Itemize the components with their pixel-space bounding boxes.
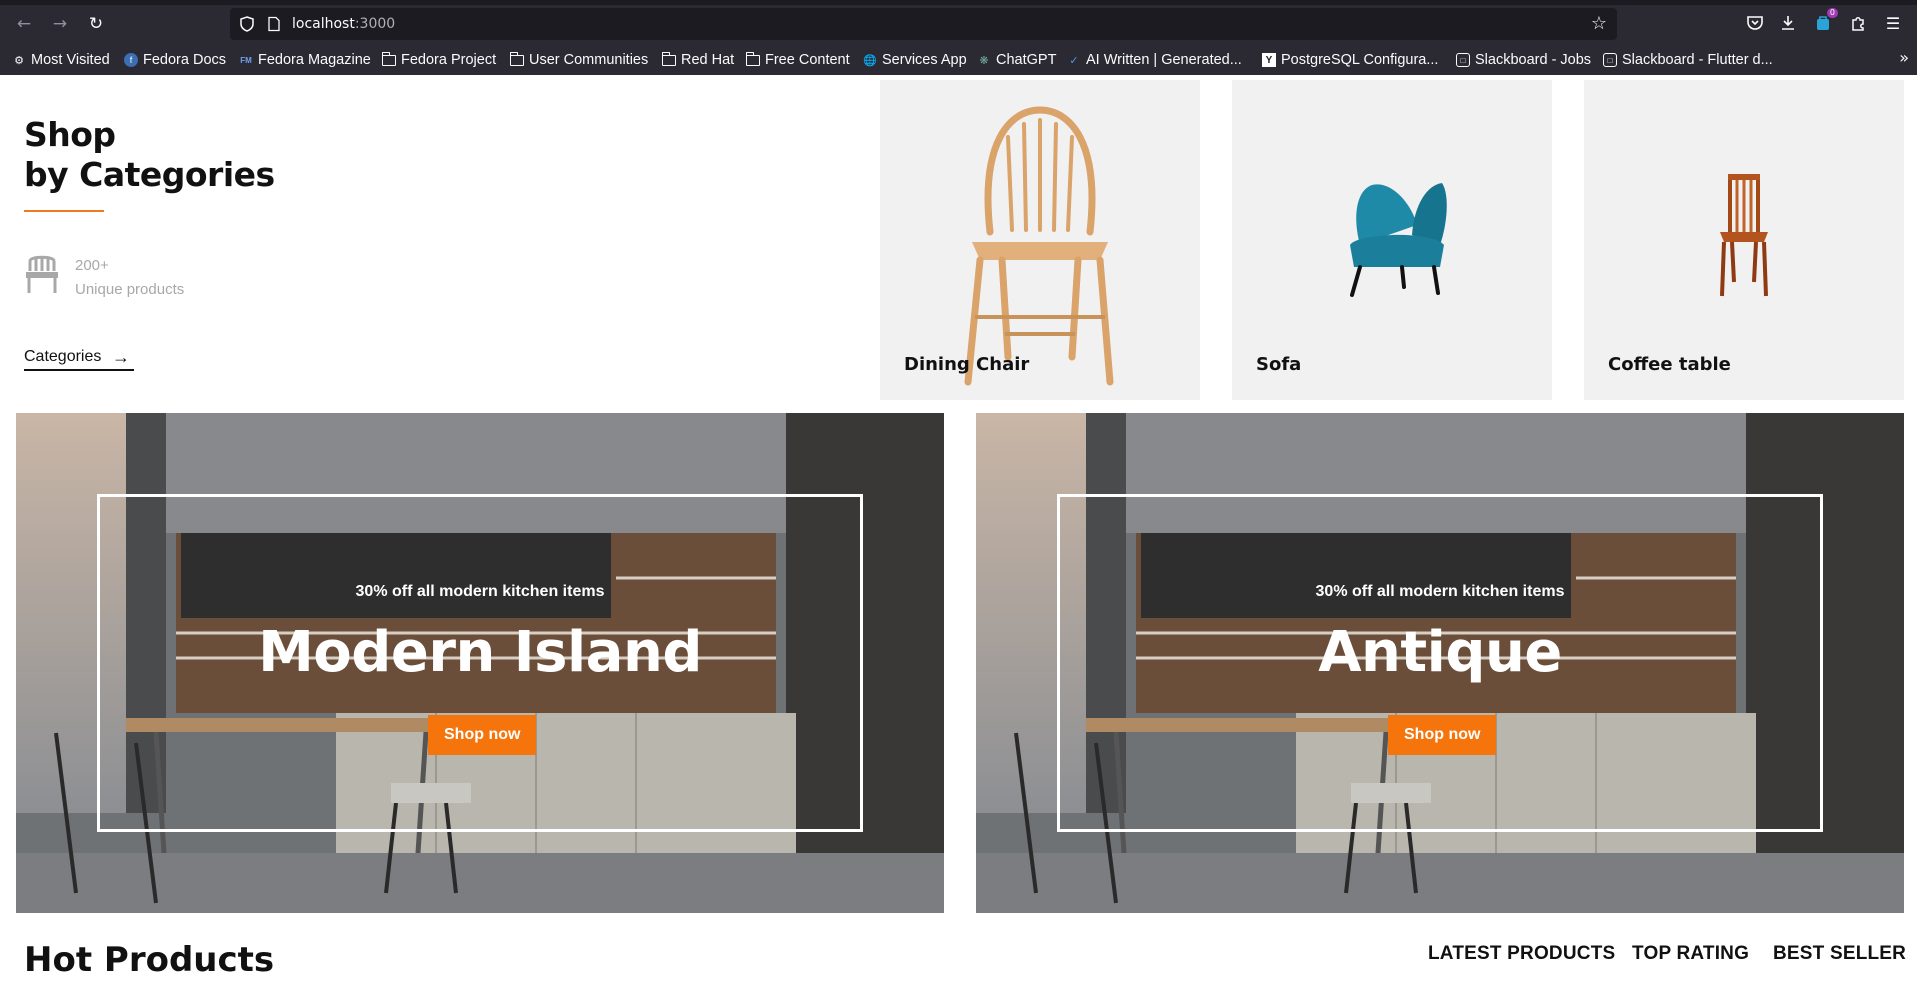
pocket-icon[interactable] bbox=[1742, 10, 1768, 36]
bookmark-postgresql[interactable]: Y PostgreSQL Configura... bbox=[1262, 50, 1438, 70]
banner-subtitle: 30% off all modern kitchen items bbox=[1315, 583, 1565, 600]
bookmark-fedora-project[interactable]: Fedora Project bbox=[381, 50, 496, 70]
hot-products-title: Hot Products bbox=[24, 940, 275, 980]
extension-counter-icon[interactable]: 0 bbox=[1810, 8, 1838, 36]
check-icon: ✓ bbox=[1069, 54, 1079, 67]
shop-now-button[interactable]: Shop now bbox=[428, 715, 537, 755]
hamburger-menu-icon[interactable]: ☰ bbox=[1880, 10, 1906, 36]
banner-subtitle: 30% off all modern kitchen items bbox=[355, 583, 605, 600]
slackboard-icon: □ bbox=[1456, 53, 1470, 67]
sofa-image bbox=[1350, 183, 1447, 297]
category-card-coffee-table[interactable]: Coffee table bbox=[1584, 80, 1904, 400]
tab-strip-edge bbox=[0, 0, 1917, 5]
back-button[interactable]: ← bbox=[12, 12, 36, 36]
y-icon: Y bbox=[1262, 53, 1276, 67]
bookmark-most-visited[interactable]: ⚙ Most Visited bbox=[12, 50, 110, 70]
category-card-dining-chair[interactable]: Dining Chair bbox=[880, 80, 1200, 400]
browser-toolbar: ← → ↻ localhost:3000 ☆ 0 ☰ ⚙ Most Visited… bbox=[0, 0, 1917, 75]
bookmark-fedora-docs[interactable]: f Fedora Docs bbox=[124, 50, 226, 70]
address-bar[interactable]: localhost:3000 ☆ bbox=[230, 8, 1617, 40]
dining-chair-image bbox=[964, 106, 1114, 386]
extensions-puzzle-icon[interactable] bbox=[1845, 10, 1871, 36]
stat-number: 200+ bbox=[75, 257, 109, 274]
page-icon bbox=[268, 16, 280, 32]
title-underline bbox=[24, 210, 104, 212]
tab-latest-products[interactable]: LATEST PRODUCTS bbox=[1428, 943, 1615, 965]
promo-banner-modern-island: 30% off all modern kitchen items Modern … bbox=[16, 413, 944, 913]
shop-now-button[interactable]: Shop now bbox=[1388, 715, 1497, 755]
banner-headline: Antique bbox=[1318, 620, 1562, 685]
promo-banner-antique: 30% off all modern kitchen items Antique… bbox=[976, 413, 1904, 913]
folder-icon bbox=[381, 51, 396, 66]
section-title: Shop by Categories bbox=[24, 115, 275, 194]
category-card-name: Dining Chair bbox=[904, 354, 1030, 375]
category-card-name: Sofa bbox=[1256, 354, 1302, 375]
bookmark-fedora-magazine[interactable]: FM Fedora Magazine bbox=[239, 50, 371, 70]
bookmark-slackboard-jobs[interactable]: □ Slackboard - Jobs bbox=[1456, 50, 1591, 70]
bookmark-services-app[interactable]: 🌐 Services App bbox=[863, 50, 967, 70]
bookmark-star-icon[interactable]: ☆ bbox=[1591, 13, 1607, 34]
categories-link-label: Categories bbox=[24, 348, 102, 365]
chair-icon bbox=[26, 255, 58, 293]
gear-icon: ⚙ bbox=[14, 54, 24, 67]
fm-icon: FM bbox=[240, 55, 252, 65]
bookmarks-toolbar: ⚙ Most Visited f Fedora Docs FM Fedora Maga… bbox=[0, 48, 1917, 72]
shield-icon[interactable] bbox=[238, 15, 256, 33]
stat-label: Unique products bbox=[75, 281, 185, 298]
extension-badge: 0 bbox=[1826, 8, 1838, 18]
category-card-name: Coffee table bbox=[1608, 354, 1731, 375]
slackboard-icon: □ bbox=[1603, 53, 1617, 67]
downloads-icon[interactable] bbox=[1775, 10, 1801, 36]
forward-button[interactable]: → bbox=[48, 12, 72, 36]
globe-icon: 🌐 bbox=[863, 54, 877, 67]
bookmark-red-hat[interactable]: Red Hat bbox=[661, 50, 734, 70]
bookmarks-overflow-icon[interactable]: » bbox=[1899, 48, 1909, 67]
folder-icon bbox=[509, 51, 524, 66]
categories-link[interactable]: Categories → bbox=[24, 345, 134, 371]
tab-top-rating[interactable]: TOP RATING bbox=[1632, 943, 1749, 965]
bookmark-user-communities[interactable]: User Communities bbox=[509, 50, 648, 70]
url-text[interactable]: localhost:3000 bbox=[292, 15, 395, 33]
arrow-right-icon: → bbox=[112, 346, 130, 367]
bookmark-slackboard-flutter[interactable]: □ Slackboard - Flutter d... bbox=[1603, 50, 1773, 70]
bookmark-ai-written[interactable]: ✓ AI Written | Generated... bbox=[1067, 50, 1241, 70]
bookmark-free-content[interactable]: Free Content bbox=[745, 50, 850, 70]
folder-icon bbox=[745, 51, 760, 66]
banner-headline: Modern Island bbox=[258, 620, 702, 685]
chatgpt-icon: ❋ bbox=[979, 54, 989, 67]
fedora-icon: f bbox=[124, 53, 138, 67]
tab-best-seller[interactable]: BEST SELLER bbox=[1773, 943, 1906, 965]
wooden-chair-image bbox=[1720, 174, 1768, 297]
reload-button[interactable]: ↻ bbox=[84, 12, 108, 36]
bookmark-chatgpt[interactable]: ❋ ChatGPT bbox=[977, 50, 1056, 70]
folder-icon bbox=[661, 51, 676, 66]
category-card-sofa[interactable]: Sofa bbox=[1232, 80, 1552, 400]
